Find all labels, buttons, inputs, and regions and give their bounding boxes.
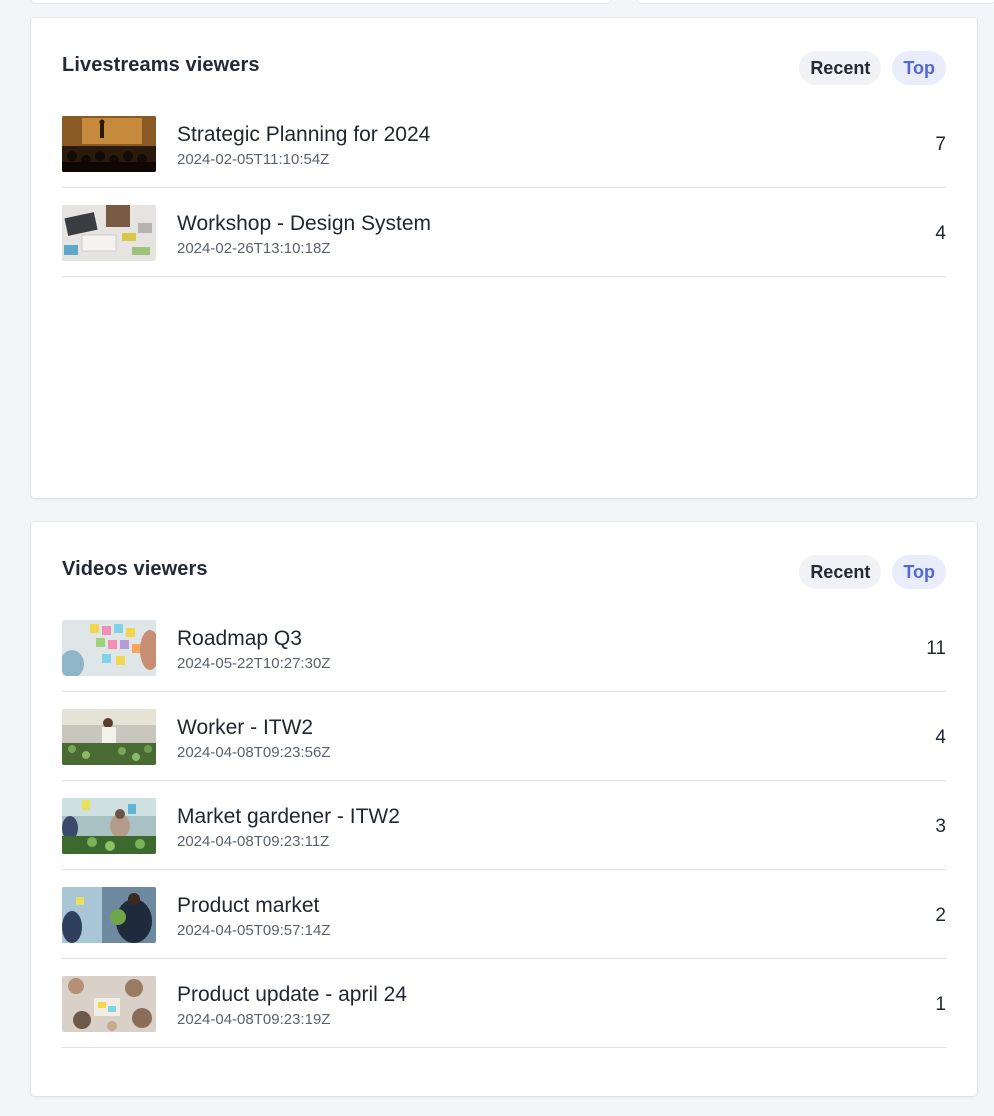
video-thumbnail: [62, 798, 156, 854]
item-date: 2024-05-22T10:27:30Z: [177, 655, 331, 672]
previous-card-edge: [636, 0, 994, 4]
item-title: Workshop - Design System: [177, 212, 432, 235]
list-item[interactable]: Worker - ITW2 2024-04-08T09:23:56Z 4: [62, 692, 946, 781]
item-title: Worker - ITW2: [177, 716, 314, 739]
item-date: 2024-04-08T09:23:56Z: [177, 744, 331, 761]
sort-tabs: Recent Top: [799, 51, 946, 85]
video-thumbnail: [62, 205, 156, 261]
list-item[interactable]: Product update - april 24 2024-04-08T09:…: [62, 959, 946, 1048]
item-title: Product market: [177, 894, 320, 917]
viewer-count: 7: [935, 134, 946, 155]
card-title: Livestreams viewers: [62, 54, 260, 76]
list-item[interactable]: Product market 2024-04-05T09:57:14Z 2: [62, 870, 946, 959]
item-date: 2024-02-26T13:10:18Z: [177, 240, 331, 257]
tab-top[interactable]: Top: [892, 51, 946, 85]
tab-top[interactable]: Top: [892, 555, 946, 589]
list-item[interactable]: Workshop - Design System 2024-02-26T13:1…: [62, 188, 946, 277]
viewer-count: 3: [935, 816, 946, 837]
livestreams-viewers-card: Livestreams viewers Recent Top Strategic…: [30, 17, 978, 499]
item-title: Market gardener - ITW2: [177, 805, 400, 828]
video-thumbnail: [62, 887, 156, 943]
item-title: Roadmap Q3: [177, 627, 302, 650]
sort-tabs: Recent Top: [799, 555, 946, 589]
card-header: Livestreams viewers Recent Top: [62, 48, 946, 88]
list-item[interactable]: Strategic Planning for 2024 2024-02-05T1…: [62, 99, 946, 188]
card-title: Videos viewers: [62, 558, 208, 580]
viewer-count: 1: [935, 994, 946, 1015]
item-date: 2024-04-08T09:23:19Z: [177, 1011, 331, 1028]
list-item[interactable]: Roadmap Q3 2024-05-22T10:27:30Z 11: [62, 603, 946, 692]
videos-list: Roadmap Q3 2024-05-22T10:27:30Z 11 Worke…: [62, 603, 946, 1048]
livestreams-list: Strategic Planning for 2024 2024-02-05T1…: [62, 99, 946, 277]
viewer-count: 4: [935, 727, 946, 748]
video-thumbnail: [62, 116, 156, 172]
item-date: 2024-04-08T09:23:11Z: [177, 833, 330, 850]
tab-recent[interactable]: Recent: [799, 51, 882, 85]
videos-viewers-card: Videos viewers Recent Top Roadmap Q3 202…: [30, 521, 978, 1097]
viewer-count: 11: [926, 638, 946, 659]
item-title: Strategic Planning for 2024: [177, 123, 431, 146]
video-thumbnail: [62, 976, 156, 1032]
item-date: 2024-02-05T11:10:54Z: [177, 151, 330, 168]
card-header: Videos viewers Recent Top: [62, 552, 946, 592]
viewer-count: 4: [935, 223, 946, 244]
item-title: Product update - april 24: [177, 983, 407, 1006]
viewer-count: 2: [935, 905, 946, 926]
video-thumbnail: [62, 709, 156, 765]
video-thumbnail: [62, 620, 156, 676]
item-date: 2024-04-05T09:57:14Z: [177, 922, 331, 939]
previous-card-edge: [30, 0, 612, 4]
list-item[interactable]: Market gardener - ITW2 2024-04-08T09:23:…: [62, 781, 946, 870]
tab-recent[interactable]: Recent: [799, 555, 882, 589]
